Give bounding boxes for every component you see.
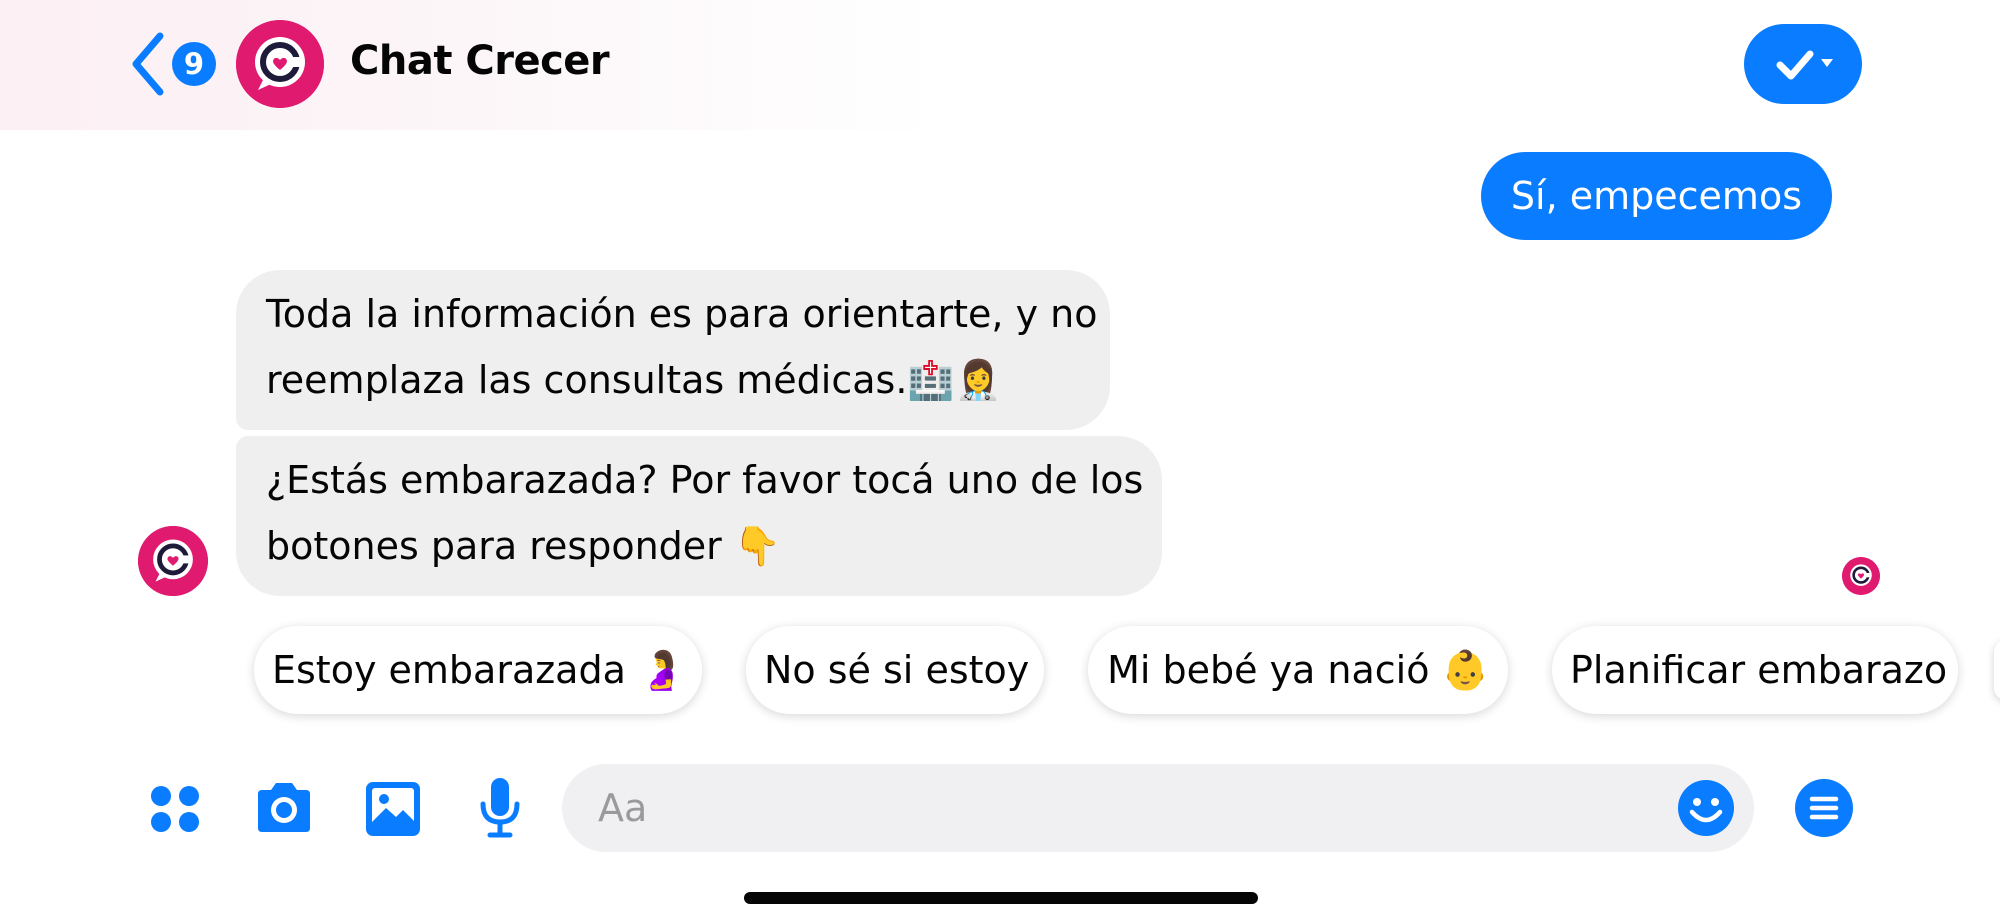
- message-line: ¿Estás embarazada? Por favor tocá uno de…: [266, 458, 1144, 502]
- done-dropdown-button[interactable]: [1744, 24, 1862, 104]
- baby-emoji: 👶: [1441, 648, 1489, 692]
- emoji-icon: [1678, 780, 1734, 836]
- message-line: botones para responder 👇: [266, 513, 1132, 579]
- quick-reply-button[interactable]: Estoy embarazada 🤰: [254, 626, 702, 714]
- quick-reply-label: Mi bebé ya nació: [1107, 648, 1430, 692]
- message-composer[interactable]: [562, 764, 1754, 852]
- microphone-icon: [480, 778, 520, 838]
- crecer-logo-icon: [236, 20, 324, 108]
- pointing-down-emoji: 👇: [733, 524, 782, 568]
- read-receipt-avatar: [1842, 557, 1880, 595]
- message-line: Toda la información es para orientarte, …: [266, 292, 1098, 336]
- message-text: reemplaza las consultas médicas.: [266, 358, 908, 402]
- quick-reply-button[interactable]: Planificar embarazo: [1552, 626, 1958, 714]
- gallery-icon: [366, 782, 420, 836]
- quick-reply-label: Planificar embarazo: [1570, 648, 1948, 692]
- crecer-logo-icon: [1842, 557, 1880, 595]
- message-text: botones para responder: [266, 524, 734, 568]
- incoming-message[interactable]: Toda la información es para orientarte, …: [236, 270, 1110, 430]
- sender-avatar[interactable]: [138, 526, 208, 596]
- unread-count-badge: 9: [172, 42, 216, 86]
- quick-reply-button[interactable]: No sé si estoy: [746, 626, 1044, 714]
- camera-icon: [258, 783, 310, 832]
- outgoing-message[interactable]: Sí, empecemos: [1480, 152, 1832, 240]
- chat-title: Chat Crecer: [350, 38, 610, 84]
- incoming-message[interactable]: ¿Estás embarazada? Por favor tocá uno de…: [236, 436, 1162, 596]
- menu-icon: [1795, 779, 1853, 837]
- home-indicator[interactable]: [744, 892, 1258, 904]
- menu-button[interactable]: [1794, 778, 1854, 838]
- message-input[interactable]: [598, 764, 1598, 852]
- microphone-button[interactable]: [464, 772, 536, 844]
- quick-reply-label: Estoy embarazada: [272, 648, 626, 692]
- chevron-left-icon: [132, 32, 164, 96]
- checkmark-dropdown-icon: [1776, 50, 1833, 80]
- quick-reply-overflow[interactable]: [1994, 640, 2000, 700]
- emoji-button[interactable]: [1676, 778, 1736, 838]
- apps-icon: [151, 786, 199, 832]
- pregnant-woman-emoji: 🤰: [637, 648, 686, 692]
- camera-button[interactable]: [248, 772, 320, 844]
- back-button[interactable]: 9: [128, 30, 224, 98]
- crecer-logo-icon: [138, 526, 208, 596]
- apps-button[interactable]: [138, 772, 210, 844]
- message-line: reemplaza las consultas médicas.🏥👩‍⚕️: [266, 347, 1080, 413]
- quick-reply-button[interactable]: Mi bebé ya nació 👶: [1088, 626, 1508, 714]
- chat-avatar[interactable]: [236, 20, 324, 108]
- quick-reply-label: No sé si estoy: [764, 648, 1030, 692]
- gallery-button[interactable]: [356, 772, 428, 844]
- hospital-doctor-emoji: 🏥👩‍⚕️: [907, 358, 1003, 402]
